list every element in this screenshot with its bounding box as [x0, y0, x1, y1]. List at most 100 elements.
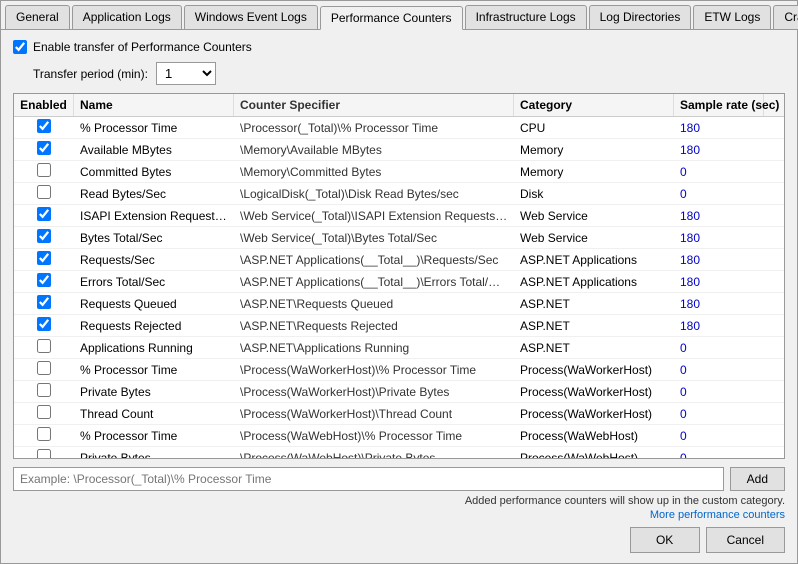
row-enabled-cell — [14, 271, 74, 292]
row-enabled-cell — [14, 249, 74, 270]
row-specifier: \ASP.NET Applications(__Total__)\Errors … — [234, 273, 514, 291]
row-checkbox[interactable] — [37, 383, 51, 397]
row-name: Bytes Total/Sec — [74, 229, 234, 247]
row-name: % Processor Time — [74, 427, 234, 445]
tab-infra-logs[interactable]: Infrastructure Logs — [465, 5, 587, 29]
row-rate: 180 — [674, 295, 764, 313]
row-specifier: \Memory\Committed Bytes — [234, 163, 514, 181]
row-rate: 0 — [674, 405, 764, 423]
row-checkbox[interactable] — [37, 207, 51, 221]
row-rate: 0 — [674, 163, 764, 181]
row-checkbox[interactable] — [37, 317, 51, 331]
table-header: Enabled Name Counter Specifier Category … — [14, 94, 784, 117]
tab-general[interactable]: General — [5, 5, 70, 29]
table-row: Applications Running\ASP.NET\Application… — [14, 337, 784, 359]
row-checkbox[interactable] — [37, 119, 51, 133]
table-row: Bytes Total/Sec\Web Service(_Total)\Byte… — [14, 227, 784, 249]
row-category: ASP.NET Applications — [514, 251, 674, 269]
tab-app-logs[interactable]: Application Logs — [72, 5, 182, 29]
tab-log-dirs[interactable]: Log Directories — [589, 5, 692, 29]
col-header-name: Name — [74, 94, 234, 116]
row-category: Memory — [514, 163, 674, 181]
row-checkbox[interactable] — [37, 449, 51, 458]
tab-perf-counters[interactable]: Performance Counters — [320, 6, 463, 30]
table-row: % Processor Time\Processor(_Total)\% Pro… — [14, 117, 784, 139]
row-name: Requests/Sec — [74, 251, 234, 269]
row-rate: 0 — [674, 449, 764, 459]
main-window: GeneralApplication LogsWindows Event Log… — [0, 0, 798, 564]
row-category: Web Service — [514, 229, 674, 247]
row-checkbox[interactable] — [37, 339, 51, 353]
row-name: Requests Queued — [74, 295, 234, 313]
row-checkbox[interactable] — [37, 251, 51, 265]
row-rate: 180 — [674, 119, 764, 137]
row-specifier: \Process(WaWorkerHost)\% Processor Time — [234, 361, 514, 379]
ok-button[interactable]: OK — [630, 527, 700, 553]
row-specifier: \ASP.NET\Requests Rejected — [234, 317, 514, 335]
row-enabled-cell — [14, 139, 74, 160]
row-name: Available MBytes — [74, 141, 234, 159]
row-name: Private Bytes — [74, 383, 234, 401]
table-row: Private Bytes\Process(WaWebHost)\Private… — [14, 447, 784, 458]
row-enabled-cell — [14, 183, 74, 204]
row-specifier: \ASP.NET\Requests Queued — [234, 295, 514, 313]
tab-etw-logs[interactable]: ETW Logs — [693, 5, 771, 29]
row-specifier: \Process(WaWebHost)\Private Bytes — [234, 449, 514, 459]
table-row: Private Bytes\Process(WaWorkerHost)\Priv… — [14, 381, 784, 403]
row-category: Disk — [514, 185, 674, 203]
enable-checkbox[interactable] — [13, 40, 27, 54]
row-checkbox[interactable] — [37, 427, 51, 441]
add-counter-input[interactable] — [13, 467, 724, 491]
transfer-select[interactable]: 1 5 10 — [156, 62, 216, 85]
row-specifier: \Memory\Available MBytes — [234, 141, 514, 159]
add-row: Add — [13, 467, 785, 491]
row-specifier: \Processor(_Total)\% Processor Time — [234, 119, 514, 137]
row-enabled-cell — [14, 381, 74, 402]
bottom-buttons: OK Cancel — [13, 527, 785, 553]
row-category: CPU — [514, 119, 674, 137]
info-text: Added performance counters will show up … — [13, 495, 785, 507]
row-name: Requests Rejected — [74, 317, 234, 335]
table-row: Committed Bytes\Memory\Committed BytesMe… — [14, 161, 784, 183]
row-checkbox[interactable] — [37, 141, 51, 155]
row-enabled-cell — [14, 205, 74, 226]
row-checkbox[interactable] — [37, 361, 51, 375]
col-header-category: Category — [514, 94, 674, 116]
tab-win-event[interactable]: Windows Event Logs — [184, 5, 318, 29]
row-rate: 180 — [674, 229, 764, 247]
row-category: Memory — [514, 141, 674, 159]
more-link[interactable]: More performance counters — [13, 509, 785, 521]
row-category: Process(WaWebHost) — [514, 427, 674, 445]
row-checkbox[interactable] — [37, 163, 51, 177]
row-rate: 180 — [674, 273, 764, 291]
table-body: % Processor Time\Processor(_Total)\% Pro… — [14, 117, 784, 458]
row-specifier: \Web Service(_Total)\Bytes Total/Sec — [234, 229, 514, 247]
row-name: ISAPI Extension Requests/... — [74, 207, 234, 225]
row-checkbox[interactable] — [37, 295, 51, 309]
row-name: Committed Bytes — [74, 163, 234, 181]
tab-crash-dumps[interactable]: Crash Dumps — [773, 5, 798, 29]
table-row: Errors Total/Sec\ASP.NET Applications(__… — [14, 271, 784, 293]
add-button[interactable]: Add — [730, 467, 785, 491]
row-specifier: \Process(WaWebHost)\% Processor Time — [234, 427, 514, 445]
row-specifier: \ASP.NET Applications(__Total__)\Request… — [234, 251, 514, 269]
cancel-button[interactable]: Cancel — [706, 527, 785, 553]
table-row: Read Bytes/Sec\LogicalDisk(_Total)\Disk … — [14, 183, 784, 205]
row-name: % Processor Time — [74, 361, 234, 379]
row-name: Private Bytes — [74, 449, 234, 459]
row-enabled-cell — [14, 227, 74, 248]
row-checkbox[interactable] — [37, 273, 51, 287]
row-name: % Processor Time — [74, 119, 234, 137]
counters-table: Enabled Name Counter Specifier Category … — [13, 93, 785, 459]
row-rate: 180 — [674, 207, 764, 225]
row-checkbox[interactable] — [37, 185, 51, 199]
row-checkbox[interactable] — [37, 229, 51, 243]
row-enabled-cell — [14, 403, 74, 424]
tabs-bar: GeneralApplication LogsWindows Event Log… — [1, 1, 797, 30]
row-rate: 0 — [674, 361, 764, 379]
row-rate: 0 — [674, 427, 764, 445]
table-row: ISAPI Extension Requests/...\Web Service… — [14, 205, 784, 227]
row-checkbox[interactable] — [37, 405, 51, 419]
row-name: Applications Running — [74, 339, 234, 357]
enable-label: Enable transfer of Performance Counters — [33, 40, 252, 54]
